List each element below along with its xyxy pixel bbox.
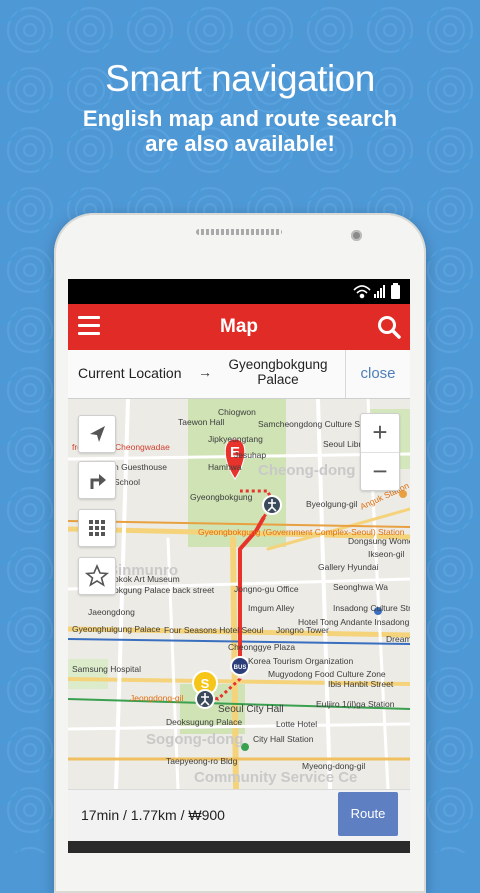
map-label: okok Art Museum bbox=[114, 574, 180, 584]
map-label: Seoul City Hall bbox=[218, 704, 284, 715]
bus-stop-icon: BUS bbox=[230, 656, 250, 676]
map-label: Ibis Hanbit Street bbox=[328, 679, 394, 689]
map-label: Deoksugung Palace bbox=[166, 717, 243, 727]
map-label: Jaeongdong bbox=[88, 607, 135, 617]
zoom-control: + − bbox=[360, 413, 400, 491]
page-title: Map bbox=[220, 316, 258, 337]
route-summary: 17min / 1.77km / ₩900 bbox=[81, 807, 225, 823]
route-origin[interactable]: Current Location bbox=[78, 365, 182, 381]
map-view[interactable]: E BUS S Taewon Hall Chiogwon Samcheongdo… bbox=[68, 399, 410, 789]
walk-start-icon bbox=[195, 689, 215, 709]
map-label: Jeongdong-gil bbox=[130, 693, 184, 703]
map-label: Euljiro 1(il)ga Station bbox=[316, 699, 395, 709]
map-label: Chiogwon bbox=[218, 407, 256, 417]
map-label: Gallery Hyundai bbox=[318, 562, 379, 572]
directions-button[interactable] bbox=[78, 461, 116, 499]
status-bar bbox=[68, 279, 410, 304]
status-icons bbox=[353, 283, 400, 299]
map-label: Imgum Alley bbox=[248, 603, 295, 613]
map-label: Jipkyeongtang bbox=[208, 434, 263, 444]
map-label: Gyeongbokgung bbox=[190, 492, 253, 502]
route-summary-bar: 17min / 1.77km / ₩900 Route bbox=[68, 789, 410, 842]
map-label: Gyeonghuigung Palace bbox=[72, 624, 161, 634]
bus-stop-label: BUS bbox=[234, 665, 247, 671]
map-label: Jesuhap bbox=[234, 450, 267, 460]
wifi-icon bbox=[353, 285, 371, 299]
walk-segment-icon bbox=[262, 495, 282, 515]
route-destination[interactable]: Gyeongbokgung Palace bbox=[218, 357, 338, 387]
map-label: Jongno-gu Office bbox=[234, 584, 299, 594]
promo-headline: Smart navigation bbox=[105, 58, 375, 99]
phone-speaker bbox=[196, 229, 282, 235]
map-label: School bbox=[114, 477, 140, 487]
map-label: Korea Tourism Organization bbox=[248, 656, 354, 666]
close-button[interactable]: close bbox=[345, 350, 410, 398]
zoom-out-button[interactable]: − bbox=[361, 452, 399, 491]
map-label: Insadong Culture Street bbox=[333, 603, 410, 613]
map-label: Four Seasons Hotel Seoul bbox=[164, 625, 264, 635]
route-bar: Current Location → Gyeongbokgung Palace … bbox=[68, 350, 410, 399]
map-label: Mugyodong Food Culture Zone bbox=[268, 669, 386, 679]
map-label: Samsung Hospital bbox=[72, 664, 141, 674]
battery-icon bbox=[391, 283, 400, 299]
map-label: Ikseon-gil bbox=[368, 549, 405, 559]
map-label: Sogong-dong bbox=[146, 731, 244, 748]
turn-directions-icon bbox=[90, 474, 106, 489]
app-bar: Map bbox=[68, 304, 410, 350]
favorite-star-icon bbox=[84, 563, 110, 587]
signal-icon bbox=[374, 285, 385, 298]
promo-subline-1: English map and route search bbox=[82, 106, 398, 131]
my-location-button[interactable] bbox=[78, 415, 116, 453]
my-location-icon bbox=[90, 426, 105, 442]
grid-view-button[interactable] bbox=[78, 509, 116, 547]
zoom-in-button[interactable]: + bbox=[361, 414, 399, 452]
map-label: okgung Palace back street bbox=[114, 585, 215, 595]
map-label: Taewon Hall bbox=[178, 417, 225, 427]
map-label: City Hall Station bbox=[253, 734, 314, 744]
map-label: Byeolgung-gil bbox=[306, 499, 358, 509]
map-label: Hamhwa bbox=[208, 462, 242, 472]
route-button[interactable]: Route bbox=[338, 792, 398, 836]
map-label: Community Service Ce bbox=[194, 769, 358, 786]
grid-view-icon bbox=[89, 520, 105, 536]
phone-screen: Map Current Location → Gyeongbokgung Pal… bbox=[68, 279, 410, 853]
bottom-nav-strip bbox=[68, 841, 410, 853]
route-destination-line2: Palace bbox=[257, 372, 299, 387]
search-icon[interactable] bbox=[376, 314, 402, 340]
map-label: Hotel Tong Andante Insadong bbox=[298, 617, 410, 627]
phone-camera bbox=[351, 230, 362, 241]
map-label: Dongsung Women's bbox=[348, 536, 410, 546]
start-marker-label: S bbox=[201, 676, 210, 691]
map-label: Seonghwa Wa bbox=[333, 582, 388, 592]
map-label: Cheong-dong bbox=[258, 462, 356, 479]
map-label: Lotte Hotel bbox=[276, 719, 318, 729]
favorite-button[interactable] bbox=[78, 557, 116, 595]
route-arrow-icon: → bbox=[198, 364, 212, 380]
map-label: Dream bbox=[386, 634, 410, 644]
map-label: Cheonggye Plaza bbox=[228, 642, 296, 652]
promo-subline: English map and route search are also av… bbox=[0, 106, 480, 156]
map-label: n Guesthouse bbox=[114, 462, 167, 472]
map-label: Taepyeong-ro Bldg bbox=[166, 756, 238, 766]
route-destination-line1: Gyeongbokgung bbox=[228, 357, 328, 372]
promo-subline-2: are also available! bbox=[145, 131, 335, 156]
